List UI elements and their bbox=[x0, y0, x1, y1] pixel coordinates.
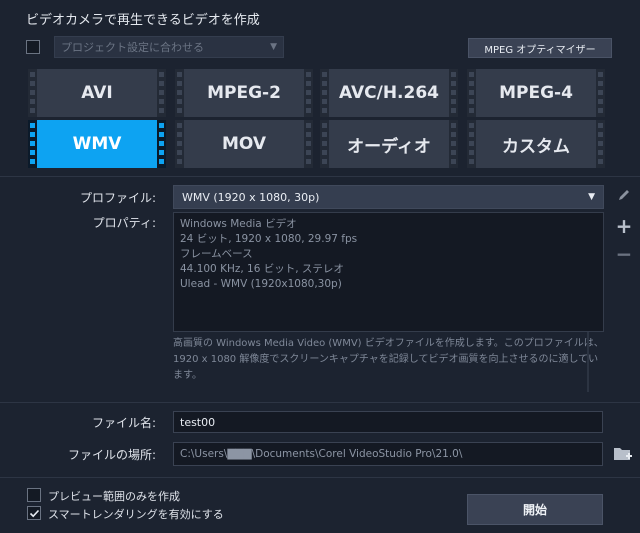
minus-icon: − bbox=[615, 242, 633, 266]
format-tile-avc-h-264[interactable]: AVC/H.264 bbox=[320, 69, 458, 117]
project-settings-dropdown-label: プロジェクト設定に合わせる bbox=[61, 41, 204, 54]
preview-range-checkbox[interactable] bbox=[27, 488, 41, 502]
film-strip-edge bbox=[175, 120, 184, 168]
film-strip-edge bbox=[28, 120, 37, 168]
format-tile-avi[interactable]: AVI bbox=[28, 69, 166, 117]
smart-render-checkbox[interactable] bbox=[27, 506, 41, 520]
format-tile-label: MOV bbox=[221, 134, 267, 154]
film-strip-edge bbox=[449, 69, 458, 117]
checkmark-icon bbox=[29, 509, 39, 517]
property-line: Windows Media ビデオ bbox=[180, 218, 297, 230]
format-tile-mpeg-2[interactable]: MPEG-2 bbox=[175, 69, 313, 117]
format-tile-wmv[interactable]: WMV bbox=[28, 120, 166, 168]
mpeg-optimizer-button[interactable]: MPEG オプティマイザー bbox=[468, 38, 612, 58]
format-tile-label: MPEG-4 bbox=[499, 83, 573, 103]
file-location-label: ファイルの場所: bbox=[67, 448, 156, 462]
format-tile-label: MPEG-2 bbox=[207, 83, 281, 103]
project-settings-checkbox[interactable] bbox=[26, 40, 40, 54]
format-tile-6[interactable]: オーディオ bbox=[320, 120, 458, 168]
property-line: 44.100 KHz, 16 ビット, ステレオ bbox=[180, 263, 344, 275]
film-strip-edge bbox=[157, 120, 166, 168]
chevron-down-icon: ▼ bbox=[588, 192, 595, 202]
dialog-title: ビデオカメラで再生できるビデオを作成 bbox=[26, 13, 260, 28]
format-tile-label: カスタム bbox=[502, 136, 570, 157]
file-name-input[interactable]: test00 bbox=[173, 411, 603, 433]
file-location-input[interactable]: C:\Users\▇▇▇\Documents\Corel VideoStudio… bbox=[173, 442, 603, 466]
film-strip-edge bbox=[320, 69, 329, 117]
file-name-label: ファイル名: bbox=[91, 416, 156, 430]
format-tile-mov[interactable]: MOV bbox=[175, 120, 313, 168]
film-strip-edge bbox=[596, 69, 605, 117]
add-profile-button[interactable]: + bbox=[614, 214, 634, 238]
film-strip-edge bbox=[175, 69, 184, 117]
film-strip-edge bbox=[320, 120, 329, 168]
divider bbox=[0, 477, 640, 478]
film-strip-edge bbox=[467, 120, 476, 168]
properties-label: プロパティ: bbox=[92, 216, 156, 230]
browse-folder-button[interactable] bbox=[612, 444, 634, 464]
plus-icon: + bbox=[615, 214, 633, 238]
start-button[interactable]: 開始 bbox=[467, 494, 603, 525]
format-tile-label: AVI bbox=[81, 83, 113, 103]
format-tile-label: AVC/H.264 bbox=[338, 83, 440, 103]
properties-box: Windows Media ビデオ 24 ビット, 1920 x 1080, 29… bbox=[173, 212, 604, 332]
remove-profile-button[interactable]: − bbox=[614, 242, 634, 266]
film-strip-edge bbox=[304, 120, 313, 168]
edit-profile-button[interactable] bbox=[614, 188, 634, 202]
folder-icon bbox=[614, 448, 632, 460]
pencil-icon bbox=[619, 190, 629, 200]
divider bbox=[0, 176, 640, 177]
film-strip-edge bbox=[28, 69, 37, 117]
format-tile-7[interactable]: カスタム bbox=[467, 120, 605, 168]
property-line: フレームベース bbox=[180, 248, 253, 260]
description-scrollbar[interactable] bbox=[583, 332, 593, 392]
smart-render-label: スマートレンダリングを有効にする bbox=[48, 508, 224, 521]
preview-range-label: プレビュー範囲のみを作成 bbox=[48, 490, 180, 503]
profile-dropdown-value: WMV (1920 x 1080, 30p) bbox=[182, 190, 320, 204]
chevron-down-icon: ▼ bbox=[270, 42, 277, 52]
profile-description: 高画質の Windows Media Video (WMV) ビデオファイルを作… bbox=[173, 338, 604, 381]
divider bbox=[0, 402, 640, 403]
film-strip-edge bbox=[596, 120, 605, 168]
property-line: 24 ビット, 1920 x 1080, 29.97 fps bbox=[180, 233, 358, 245]
film-strip-edge bbox=[467, 69, 476, 117]
film-strip-edge bbox=[157, 69, 166, 117]
film-strip-edge bbox=[304, 69, 313, 117]
property-line: Ulead - WMV (1920x1080,30p) bbox=[180, 278, 342, 290]
film-strip-edge bbox=[449, 120, 458, 168]
profile-label: プロファイル: bbox=[79, 191, 156, 205]
profile-dropdown[interactable]: WMV (1920 x 1080, 30p) ▼ bbox=[173, 185, 604, 209]
format-tile-mpeg-4[interactable]: MPEG-4 bbox=[467, 69, 605, 117]
project-settings-dropdown[interactable]: プロジェクト設定に合わせる ▼ bbox=[54, 36, 284, 58]
format-tile-label: オーディオ bbox=[347, 136, 431, 157]
format-tile-label: WMV bbox=[72, 134, 122, 154]
